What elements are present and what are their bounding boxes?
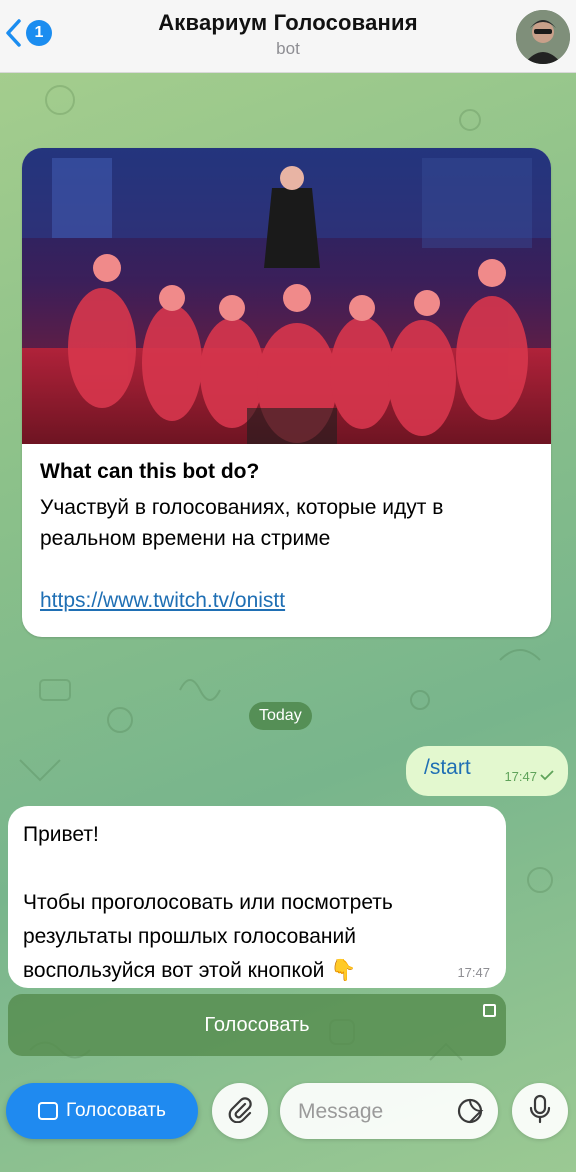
incoming-message[interactable]: Привет! Чтобы проголосовать или посмотре…	[8, 806, 506, 988]
outgoing-message-time: 17:47	[504, 769, 537, 784]
intro-text: What can this bot do? Участвуй в голосов…	[40, 460, 537, 613]
vote-inline-button-label: Голосовать	[204, 1013, 310, 1036]
chevron-left-icon	[4, 18, 24, 48]
chat-subtitle: bot	[276, 39, 300, 58]
incoming-message-line: Привет!	[23, 823, 99, 846]
attach-button[interactable]	[212, 1083, 268, 1139]
bot-avatar[interactable]	[516, 10, 570, 64]
incoming-message-line	[23, 852, 486, 886]
voice-record-button[interactable]	[512, 1083, 568, 1139]
check-icon	[540, 769, 554, 784]
intro-title: What can this bot do?	[40, 460, 260, 483]
incoming-message-line: воспользуйся вот этой кнопкой 👇	[23, 959, 357, 982]
bot-intro-card: What can this bot do? Участвуй в голосов…	[22, 148, 551, 637]
message-input[interactable]	[296, 1083, 450, 1141]
incoming-message-line: Чтобы проголосовать или посмотреть	[23, 891, 393, 914]
intro-description: Участвуй в голосованиях, которые идут в …	[40, 496, 444, 550]
bot-menu-label: Голосовать	[66, 1100, 166, 1121]
chat-title-area[interactable]: Аквариум Голосования bot	[100, 10, 476, 59]
chat-header: 1 Аквариум Голосования bot	[0, 0, 576, 73]
sticker-icon[interactable]	[456, 1097, 484, 1130]
menu-icon	[38, 1102, 59, 1120]
chat-title: Аквариум Голосования	[158, 10, 418, 35]
date-separator: Today	[249, 702, 312, 730]
webapp-icon	[483, 1004, 496, 1017]
intro-image	[22, 148, 551, 444]
paperclip-icon	[226, 1095, 254, 1128]
unread-count-badge: 1	[26, 20, 52, 46]
vote-inline-button[interactable]: Голосовать	[8, 994, 506, 1056]
outgoing-message-text[interactable]: /start	[424, 756, 471, 780]
microphone-icon	[526, 1094, 554, 1129]
message-field[interactable]	[280, 1083, 498, 1141]
bot-menu-button[interactable]: Голосовать	[6, 1083, 198, 1139]
outgoing-message[interactable]: /start 17:47	[406, 746, 568, 796]
back-button[interactable]: 1	[4, 18, 52, 48]
outgoing-message-meta: 17:47	[504, 769, 554, 784]
twitch-link[interactable]: https://www.twitch.tv/onistt	[40, 589, 537, 613]
incoming-message-line: результаты прошлых голосований	[23, 925, 356, 948]
incoming-message-text: Привет! Чтобы проголосовать или посмотре…	[23, 818, 486, 988]
incoming-message-time: 17:47	[457, 965, 490, 980]
